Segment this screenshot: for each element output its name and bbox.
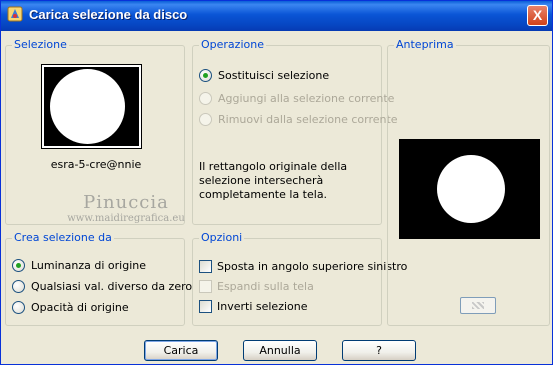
radio-button[interactable] [12,258,25,272]
checkbox[interactable] [199,279,212,293]
checkbox-label: Sposta in angolo superiore sinistro [217,259,408,273]
radio-label: Rimuovi dalla selezione corrente [218,112,398,126]
options-legend: Opzioni [199,231,245,244]
checkbox[interactable] [199,299,212,313]
selection-thumbnail-picker[interactable] [41,64,142,149]
thumbnail-circle [50,69,125,144]
check-expand-canvas[interactable]: Espandi sulla tela [199,278,314,294]
radio-label: Qualsiasi val. diverso da zero [31,279,193,293]
selection-legend: Selezione [12,38,69,51]
operation-legend: Operazione [199,38,266,51]
preview-toggle-button[interactable] [460,297,496,314]
radio-button[interactable] [199,91,212,105]
operation-group: Operazione Sostituisci selezione Aggiung… [192,38,398,225]
watermark-name: Pinuccia [83,192,169,213]
radio-button[interactable] [199,112,212,126]
check-move-top-left[interactable]: Sposta in angolo superiore sinistro [199,258,407,274]
check-invert-selection[interactable]: Inverti selezione [199,298,308,314]
cancel-button[interactable]: Annulla [243,340,317,361]
radio-label: Aggiungi alla selezione corrente [218,91,395,105]
operation-info-text: Il rettangolo originale della selezione … [199,160,348,201]
radio-any-nonzero[interactable]: Qualsiasi val. diverso da zero [12,278,192,294]
radio-remove-selection[interactable]: Rimuovi dalla selezione corrente [199,111,398,127]
radio-button[interactable] [12,300,25,314]
preview-group: Anteprima [387,38,550,326]
app-icon [7,6,23,22]
load-button[interactable]: Carica [144,340,218,361]
radio-source-opacity[interactable]: Opacità di origine [12,299,129,315]
close-button[interactable]: X [527,5,548,26]
checkbox-label: Espandi sulla tela [217,279,314,293]
radio-add-selection[interactable]: Aggiungi alla selezione corrente [199,90,394,106]
selection-thumbnail [43,66,140,147]
radio-button[interactable] [12,279,25,293]
create-from-legend: Crea selezione da [12,231,114,244]
radio-button[interactable] [199,68,212,82]
preview-image [399,139,540,239]
radio-label: Sostituisci selezione [218,68,330,82]
dropdown-arrow-icon[interactable] [132,102,138,106]
title-bar[interactable]: Carica selezione da disco X [1,1,552,31]
selection-file-name: esra-5-cre@nnie [50,158,142,171]
create-from-group: Crea selezione da Luminanza di origine Q… [5,231,192,326]
preview-circle [437,155,505,223]
watermark: Pinuccia www.maidiregrafica.eu [66,192,186,224]
window-title: Carica selezione da disco [29,7,188,22]
selection-group: Selezione esra-5-cre@nnie Pinuccia www.m… [5,38,186,225]
options-group: Opzioni Sposta in angolo superiore sinis… [192,231,407,326]
radio-label: Opacità di origine [31,300,129,314]
preview-legend: Anteprima [394,38,456,51]
checkbox[interactable] [199,259,212,273]
radio-luminance[interactable]: Luminanza di origine [12,257,146,273]
help-button[interactable]: ? [342,340,416,361]
checkbox-label: Inverti selezione [217,299,308,313]
radio-label: Luminanza di origine [31,258,146,272]
dialog-window: Carica selezione da disco X Selezione es… [0,0,553,365]
radio-replace-selection[interactable]: Sostituisci selezione [199,67,329,83]
watermark-url: www.maidiregrafica.eu [67,213,185,224]
